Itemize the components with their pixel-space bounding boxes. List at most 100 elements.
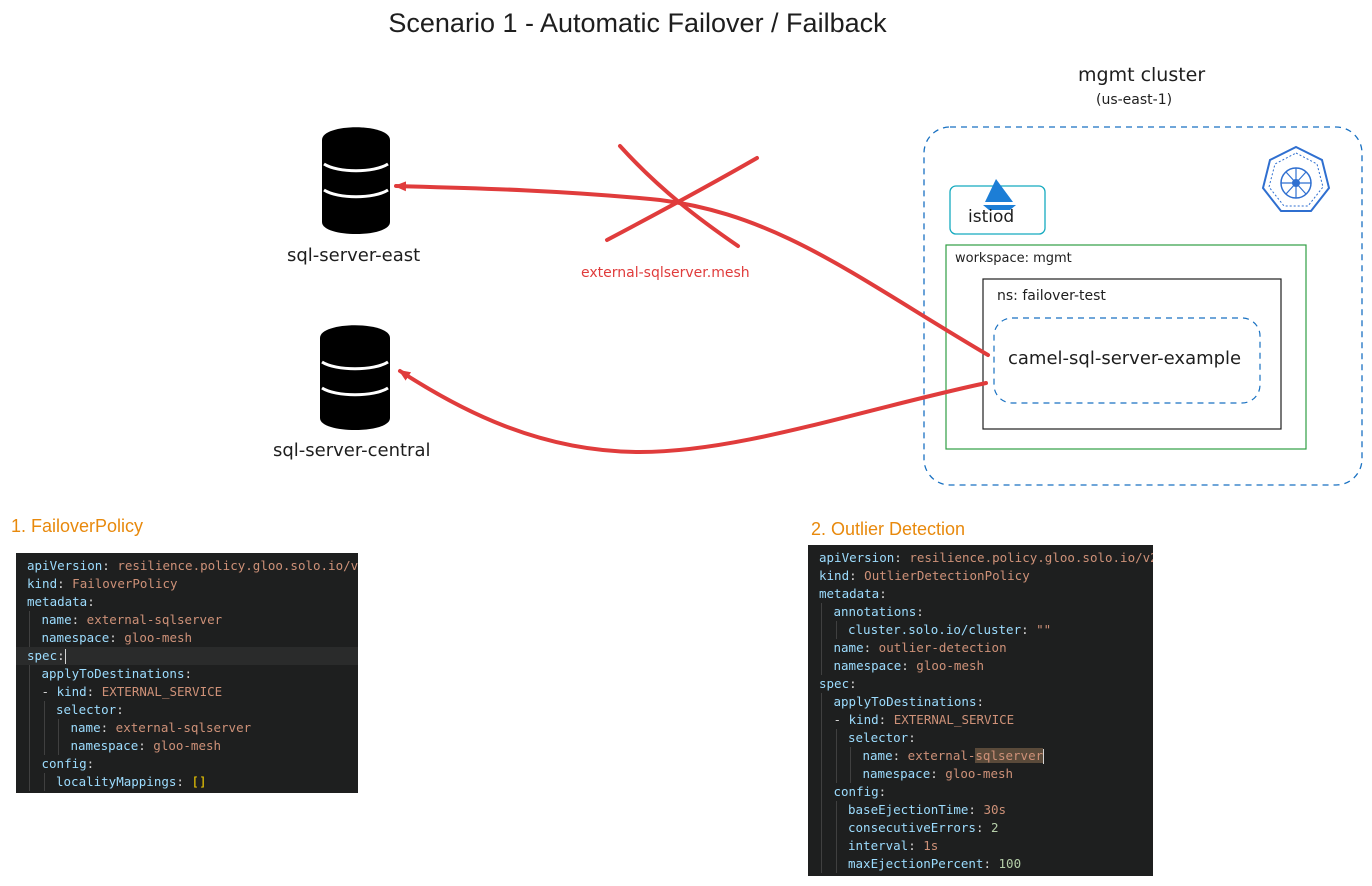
indent-guide [43, 701, 45, 719]
code-line: name: outlier-detection [808, 639, 1153, 657]
app-label: camel-sql-server-example [1008, 348, 1242, 369]
code-token: selector [848, 730, 909, 745]
indent-guide [821, 819, 822, 837]
code-token: config [41, 756, 87, 771]
database-icon [320, 325, 390, 430]
code-token: "" [1036, 622, 1052, 637]
indent-guide [835, 729, 837, 747]
code-token: kind [27, 576, 58, 591]
indent-guide [43, 737, 45, 755]
code-token: gloo-mesh [153, 738, 222, 753]
indent-guide [29, 719, 30, 737]
cluster-name-label: mgmt cluster [1078, 64, 1206, 86]
code-token: FailoverPolicy [72, 576, 178, 591]
indent-guide [835, 801, 837, 819]
indent-guide [821, 711, 822, 729]
code-token: localityMappings [56, 774, 177, 789]
code-token: interval [848, 838, 909, 853]
code-token: : [908, 838, 924, 853]
code-token: gloo-mesh [945, 766, 1014, 781]
code-token: : [916, 604, 924, 619]
indent-guide [821, 855, 822, 873]
workspace-label: workspace: mgmt [955, 251, 1072, 266]
indent-guide [835, 621, 837, 639]
code-token: annotations [833, 604, 917, 619]
code-token: : [86, 684, 102, 699]
code-token: selector [56, 702, 117, 717]
indent-guide [821, 801, 822, 819]
indent-guide [835, 747, 837, 765]
indent-guide [850, 765, 851, 783]
code-token: apiVersion [819, 550, 895, 565]
istio-sail-icon [983, 179, 1016, 210]
indent-guide [29, 611, 30, 629]
code-line: interval: 1s [808, 837, 1153, 855]
indent-guide [58, 719, 59, 737]
code-token: spec [819, 676, 850, 691]
code-token: : [878, 712, 894, 727]
code-token: namespace [70, 738, 139, 753]
code-token: : [100, 720, 116, 735]
text-cursor [64, 649, 66, 664]
code-line: spec: [808, 675, 1153, 693]
outlier-detection-code: apiVersion: resilience.policy.gloo.solo.… [808, 545, 1153, 876]
code-token: EXTERNAL_SERVICE [101, 684, 223, 699]
indent-guide [821, 657, 822, 675]
code-token: : [849, 568, 865, 583]
code-token: : [901, 658, 917, 673]
namespace-label: ns: failover-test [997, 288, 1106, 304]
code-line: - kind: EXTERNAL_SERVICE [808, 711, 1153, 729]
failover-policy-title: 1. FailoverPolicy [11, 516, 144, 536]
code-token: OutlierDetectionPolicy [864, 568, 1030, 583]
code-token: apiVersion [27, 558, 103, 573]
text-cursor [1043, 749, 1045, 764]
code-token: external-sqlserver [86, 612, 223, 627]
sql-server-east-label: sql-server-east [287, 245, 421, 266]
code-token: 100 [998, 856, 1022, 871]
code-token: outlier-detection [878, 640, 1007, 655]
code-line: kind: FailoverPolicy [16, 575, 358, 593]
code-line: name: external-sqlserver [808, 747, 1153, 765]
code-token: : [1021, 622, 1037, 637]
indent-guide [29, 773, 30, 791]
indent-guide [29, 701, 30, 719]
code-token: metadata [27, 594, 88, 609]
code-line: metadata: [16, 593, 358, 611]
indent-guide [821, 603, 822, 621]
code-token: : [894, 550, 910, 565]
database-icon [322, 127, 390, 234]
indent-guide [835, 765, 837, 783]
code-token: : [968, 802, 984, 817]
code-token: 30s [983, 802, 1007, 817]
failover-policy-code: apiVersion: resilience.policy.gloo.solo.… [16, 553, 358, 793]
code-token: namespace [862, 766, 931, 781]
code-token: name [833, 640, 864, 655]
code-token: : [975, 820, 991, 835]
code-token: : [908, 730, 916, 745]
code-token: : [109, 630, 125, 645]
code-token: : [138, 738, 154, 753]
workspace-box [945, 244, 1307, 450]
code-token: : [879, 586, 887, 601]
code-token: : [102, 558, 118, 573]
code-token: name [70, 720, 101, 735]
mesh-host-label: external-sqlserver.mesh [581, 265, 750, 281]
code-line: config: [16, 755, 358, 773]
code-token: : [86, 756, 95, 771]
code-token: gloo-mesh [124, 630, 193, 645]
code-line: applyToDestinations: [808, 693, 1153, 711]
code-token: : [849, 676, 857, 691]
code-token: namespace [41, 630, 110, 645]
istiod-label: istiod [968, 207, 1015, 227]
indent-guide [29, 755, 30, 773]
kubernetes-icon [1261, 145, 1331, 212]
indent-guide [821, 765, 822, 783]
indent-guide [29, 737, 30, 755]
code-line: config: [808, 783, 1153, 801]
indent-guide [835, 819, 837, 837]
code-line: localityMappings: [] [16, 773, 358, 791]
code-line: apiVersion: resilience.policy.gloo.solo.… [16, 557, 358, 575]
code-token: cluster.solo.io/cluster [848, 622, 1022, 637]
code-line: apiVersion: resilience.policy.gloo.solo.… [808, 549, 1153, 567]
indent-guide [821, 837, 822, 855]
